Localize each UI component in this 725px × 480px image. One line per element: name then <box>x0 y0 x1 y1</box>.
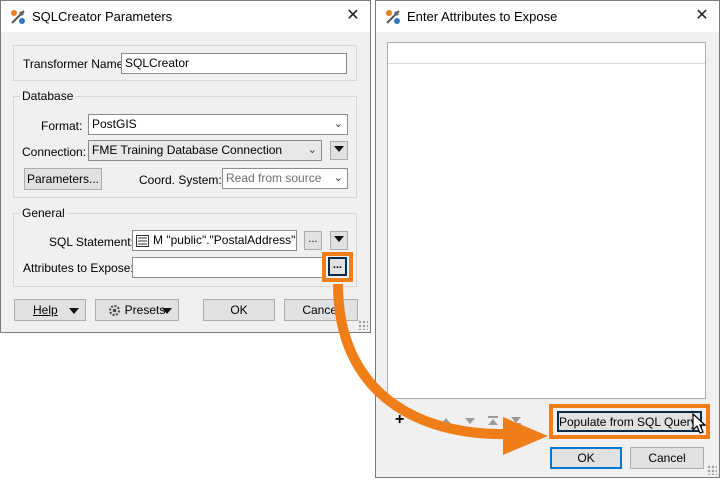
expose-ok-button[interactable]: OK <box>550 447 622 469</box>
database-group-title: Database <box>20 89 76 103</box>
sqlcreator-parameters-dialog: SQLCreator Parameters ✕ Transformer Name… <box>0 0 371 333</box>
help-button[interactable]: Help <box>14 299 86 321</box>
general-group-title: General <box>20 206 67 220</box>
title-bar: SQLCreator Parameters ✕ <box>1 1 370 32</box>
format-select[interactable]: PostGIS ⌄ <box>88 114 348 135</box>
close-icon[interactable]: ✕ <box>342 5 364 27</box>
connection-value: FME Training Database Connection <box>92 143 283 157</box>
presets-button-label: Presets <box>124 303 166 317</box>
dialog-title: Enter Attributes to Expose <box>407 9 558 24</box>
sql-statement-label: SQL Statement: <box>49 235 134 249</box>
parameters-button[interactable]: Parameters... <box>24 168 102 190</box>
chevron-down-icon: ⌄ <box>307 144 317 156</box>
move-to-bottom-icon[interactable] <box>511 417 521 425</box>
mouse-cursor-icon <box>692 413 707 434</box>
coord-system-label: Coord. System: <box>139 173 222 187</box>
transformer-name-label: Transformer Name: <box>23 57 127 71</box>
chevron-down-icon: ⌄ <box>333 118 343 130</box>
triangle-down-icon <box>69 308 79 314</box>
chevron-down-icon: ⌄ <box>333 172 343 184</box>
close-icon[interactable]: ✕ <box>691 5 713 27</box>
list-header-row <box>388 43 705 64</box>
connection-label: Connection: <box>22 145 87 159</box>
coord-system-select[interactable]: Read from source ⌄ <box>222 168 348 189</box>
params-ok-button[interactable]: OK <box>203 299 275 321</box>
connection-menu-button[interactable] <box>330 141 348 160</box>
remove-icon[interactable] <box>419 420 429 422</box>
move-to-top-icon[interactable] <box>488 416 498 425</box>
attributes-list[interactable] <box>387 42 706 399</box>
resize-grip[interactable] <box>358 320 368 330</box>
triangle-down-icon <box>162 308 172 314</box>
sql-statement-field[interactable]: M "public"."PostalAddress" ... <box>132 230 297 251</box>
attributes-to-expose-label: Attributes to Expose: <box>23 261 134 275</box>
fme-transformer-icon <box>386 10 400 24</box>
transformer-name-input[interactable]: SQLCreator <box>121 53 347 74</box>
attributes-ellipsis-button[interactable]: ... <box>328 257 347 276</box>
format-label: Format: <box>41 119 83 133</box>
triangle-down-icon <box>334 236 344 242</box>
title-bar: Enter Attributes to Expose ✕ <box>376 1 719 32</box>
help-button-label: Help <box>33 303 58 317</box>
expose-cancel-button[interactable]: Cancel <box>630 447 704 469</box>
attributes-to-expose-input[interactable] <box>132 257 323 278</box>
add-icon[interactable]: + <box>395 411 404 429</box>
enter-attributes-dialog: Enter Attributes to Expose ✕ + Populate … <box>375 0 720 478</box>
database-group: Database Format: PostGIS ⌄ Connection: F… <box>13 89 357 198</box>
dialog-title: SQLCreator Parameters <box>32 9 173 24</box>
format-value: PostGIS <box>92 117 137 131</box>
presets-button[interactable]: Presets <box>95 299 179 321</box>
connection-select[interactable]: FME Training Database Connection ⌄ <box>88 140 322 161</box>
move-up-icon[interactable] <box>441 418 451 424</box>
triangle-down-icon <box>334 146 344 152</box>
sql-statement-ellipsis-button[interactable]: ... <box>304 231 322 250</box>
sql-statement-value: M "public"."PostalAddress" ... <box>153 233 297 247</box>
params-cancel-button[interactable]: Cancel <box>284 299 358 321</box>
gear-icon <box>109 305 120 316</box>
sql-statement-menu-button[interactable] <box>330 231 348 250</box>
populate-from-sql-query-button[interactable]: Populate from SQL Query... <box>557 411 706 432</box>
move-down-icon[interactable] <box>465 418 475 424</box>
general-group: General SQL Statement: M "public"."Posta… <box>13 206 357 287</box>
text-editor-icon <box>136 235 149 247</box>
coord-system-value: Read from source <box>226 171 322 185</box>
fme-transformer-icon <box>11 10 25 24</box>
transformer-name-group: Transformer Name: SQLCreator <box>13 45 357 81</box>
resize-grip[interactable] <box>707 465 717 475</box>
